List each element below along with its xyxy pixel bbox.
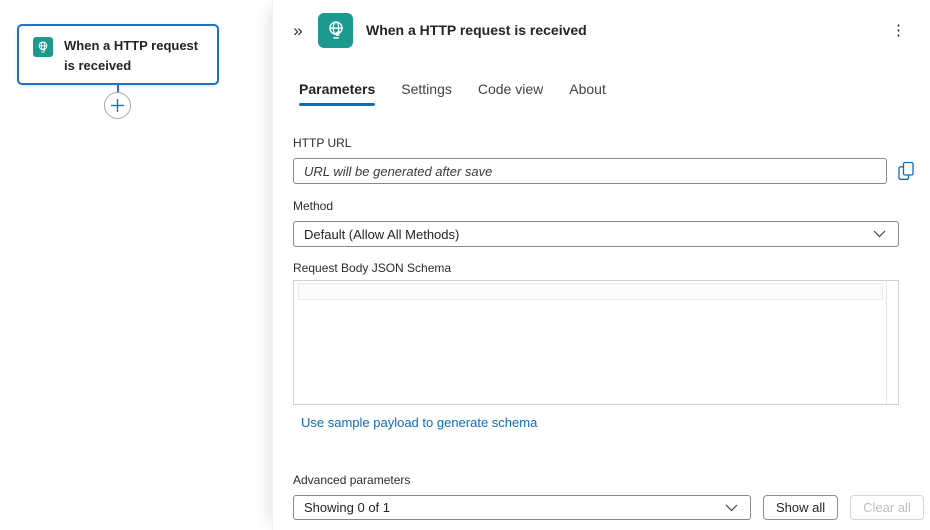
http-request-icon (33, 37, 53, 57)
advanced-parameters-section: Advanced parameters Showing 0 of 1 Show … (293, 473, 930, 520)
trigger-card-label: When a HTTP request is received (64, 36, 207, 76)
parameters-content: HTTP URL Method Default (Allow All Metho… (273, 136, 930, 520)
editor-scrollbar[interactable] (886, 281, 898, 404)
editor-current-line (298, 283, 883, 300)
parameters-panel: » When a HTTP request is received ⋮ Para… (272, 0, 930, 530)
add-step-button[interactable] (104, 92, 131, 119)
http-request-icon (318, 13, 353, 48)
method-dropdown-value: Default (Allow All Methods) (304, 227, 459, 242)
method-label: Method (293, 199, 930, 213)
http-url-input[interactable] (293, 158, 887, 184)
schema-editor[interactable] (293, 280, 899, 405)
chevron-down-icon (873, 230, 886, 238)
http-url-label: HTTP URL (293, 136, 930, 150)
flow-canvas: When a HTTP request is received (0, 0, 272, 530)
advanced-parameters-label: Advanced parameters (293, 473, 930, 487)
http-url-section: HTTP URL (293, 136, 930, 184)
collapse-panel-icon[interactable]: » (287, 22, 309, 39)
panel-header: » When a HTTP request is received ⋮ (287, 12, 910, 48)
chevron-down-icon (725, 504, 738, 512)
panel-tabs: Parameters Settings Code view About (273, 81, 930, 106)
advanced-parameters-dropdown[interactable]: Showing 0 of 1 (293, 495, 751, 520)
trigger-card[interactable]: When a HTTP request is received (17, 24, 219, 85)
tab-settings[interactable]: Settings (401, 81, 452, 106)
show-all-button[interactable]: Show all (763, 495, 838, 520)
connector-line (117, 85, 119, 92)
clear-all-button[interactable]: Clear all (850, 495, 924, 520)
panel-title: When a HTTP request is received (366, 22, 587, 38)
tab-about[interactable]: About (569, 81, 606, 106)
copy-icon (897, 161, 915, 181)
plus-icon (110, 98, 125, 113)
method-section: Method Default (Allow All Methods) (293, 199, 930, 247)
schema-label: Request Body JSON Schema (293, 261, 930, 275)
more-options-icon[interactable]: ⋮ (888, 21, 910, 39)
tab-parameters[interactable]: Parameters (299, 81, 375, 106)
advanced-dropdown-value: Showing 0 of 1 (304, 500, 390, 515)
copy-url-button[interactable] (896, 160, 916, 182)
schema-section: Request Body JSON Schema Use sample payl… (293, 261, 930, 432)
tab-code-view[interactable]: Code view (478, 81, 543, 106)
use-sample-payload-link[interactable]: Use sample payload to generate schema (301, 415, 537, 430)
method-dropdown[interactable]: Default (Allow All Methods) (293, 221, 899, 247)
